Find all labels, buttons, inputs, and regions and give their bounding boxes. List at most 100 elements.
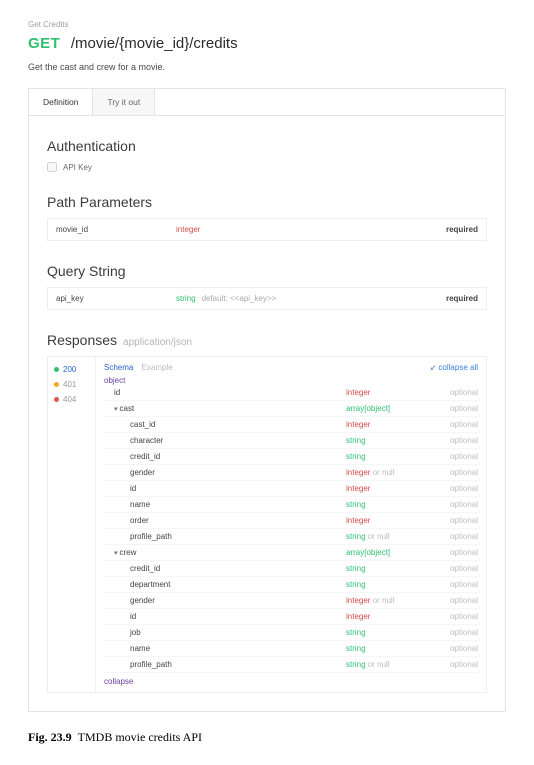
field-type: integer — [346, 388, 370, 397]
path-params-section: Path Parameters movie_id integer require… — [47, 194, 487, 241]
field-name: id — [104, 388, 120, 397]
status-dot-icon — [54, 382, 59, 387]
schema-row: ▾crewarray[object]optional — [104, 545, 478, 561]
param-type: string — [176, 294, 196, 303]
field-name: gender — [104, 596, 155, 605]
definition-panel: Authentication API Key Path Parameters m… — [28, 116, 506, 712]
responses-contenttype: application/json — [123, 337, 192, 348]
field-name: department — [104, 580, 170, 589]
auth-title: Authentication — [47, 138, 487, 154]
param-required: required — [446, 225, 478, 234]
field-required: optional — [450, 548, 478, 557]
schema-row: id integer optional — [104, 609, 478, 625]
figure-caption: Fig. 23.9 TMDB movie credits API — [28, 730, 506, 745]
schema-row: credit_id string optional — [104, 449, 478, 465]
caret-down-icon: ▾ — [114, 405, 118, 413]
tab-definition[interactable]: Definition — [29, 89, 93, 115]
field-name: job — [104, 628, 141, 637]
field-name[interactable]: ▾crew — [104, 548, 136, 557]
collapse-link[interactable]: collapse — [104, 673, 133, 686]
schema-tab[interactable]: Schema — [104, 363, 133, 372]
field-type: string or null — [346, 660, 390, 669]
schema-row: namestringoptional — [104, 497, 478, 513]
field-name: profile_path — [104, 660, 172, 669]
field-name[interactable]: ▾cast — [104, 404, 134, 413]
endpoint-path: /movie/{movie_id}/credits — [71, 35, 238, 52]
field-required: optional — [450, 516, 478, 525]
field-type: string — [346, 500, 366, 509]
param-name: api_key — [56, 294, 176, 303]
schema-row: jobstringoptional — [104, 625, 478, 641]
field-type: string — [346, 580, 366, 589]
endpoint: GET /movie/{movie_id}/credits — [28, 35, 506, 52]
apikey-checkbox[interactable] — [47, 162, 57, 172]
field-name: id — [104, 612, 136, 621]
field-type: array[object] — [346, 404, 390, 413]
field-type: string — [346, 644, 366, 653]
field-name: credit_id — [104, 452, 160, 461]
field-required: optional — [450, 388, 478, 397]
field-type: integer — [346, 516, 370, 525]
schema-row: profile_pathstring or nulloptional — [104, 529, 478, 545]
field-required: optional — [450, 420, 478, 429]
field-type: string — [346, 564, 366, 573]
responses-table: 200 401 404 Schema Examp — [47, 356, 487, 693]
field-type: integer — [346, 612, 370, 621]
schema-row: id integer optional — [104, 385, 478, 401]
field-required: optional — [450, 452, 478, 461]
field-type: integer or null — [346, 468, 394, 477]
field-required: optional — [450, 468, 478, 477]
status-401[interactable]: 401 — [54, 380, 89, 389]
http-method: GET — [28, 35, 60, 52]
field-required: optional — [450, 644, 478, 653]
field-name: cast_id — [104, 420, 155, 429]
responses-section: Responsesapplication/json 200 401 404 — [47, 332, 487, 693]
path-params-title: Path Parameters — [47, 194, 487, 210]
field-name: gender — [104, 468, 155, 477]
query-title: Query String — [47, 263, 487, 279]
collapse-all-link[interactable]: collapse all — [430, 363, 478, 372]
status-dot-icon — [54, 367, 59, 372]
schema-row: credit_id string optional — [104, 561, 478, 577]
schema-row: genderinteger or nulloptional — [104, 593, 478, 609]
apikey-label: API Key — [63, 163, 92, 172]
field-name: id — [104, 484, 136, 493]
schema-row: id integer optional — [104, 481, 478, 497]
schema-row: name string optional — [104, 641, 478, 657]
breadcrumb: Get Credits — [28, 20, 506, 29]
field-required: optional — [450, 404, 478, 413]
status-404[interactable]: 404 — [54, 395, 89, 404]
path-params-table: movie_id integer required — [47, 218, 487, 241]
param-row: api_key string default: <<api_key>> requ… — [48, 288, 486, 309]
schema-row: gender integer or null optional — [104, 465, 478, 481]
example-tab[interactable]: Example — [142, 363, 173, 372]
caret-down-icon: ▾ — [114, 549, 118, 557]
query-section: Query String api_key string default: <<a… — [47, 263, 487, 310]
schema-root: object — [104, 376, 478, 385]
status-200[interactable]: 200 — [54, 365, 89, 374]
schema-panel: Schema Example collapse all object id int… — [96, 357, 486, 692]
field-required: optional — [450, 660, 478, 669]
field-type: integer — [346, 420, 370, 429]
tabs: Definition Try it out — [28, 88, 506, 116]
field-required: optional — [450, 484, 478, 493]
field-type: string or null — [346, 532, 390, 541]
schema-row: department string optional — [104, 577, 478, 593]
field-name: profile_path — [104, 532, 172, 541]
schema-row: cast_id integer optional — [104, 417, 478, 433]
tab-try-it-out[interactable]: Try it out — [93, 89, 155, 115]
field-name: name — [104, 644, 150, 653]
field-required: optional — [450, 580, 478, 589]
schema-row: ▾cast array[object] optional — [104, 401, 478, 417]
field-type: string — [346, 628, 366, 637]
field-type: string — [346, 436, 366, 445]
field-name: character — [104, 436, 163, 445]
field-name: credit_id — [104, 564, 160, 573]
schema-row: profile_path string or null optional — [104, 657, 478, 673]
param-name: movie_id — [56, 225, 176, 234]
field-type: integer — [346, 484, 370, 493]
field-required: optional — [450, 436, 478, 445]
field-required: optional — [450, 564, 478, 573]
field-type: string — [346, 452, 366, 461]
field-required: optional — [450, 612, 478, 621]
